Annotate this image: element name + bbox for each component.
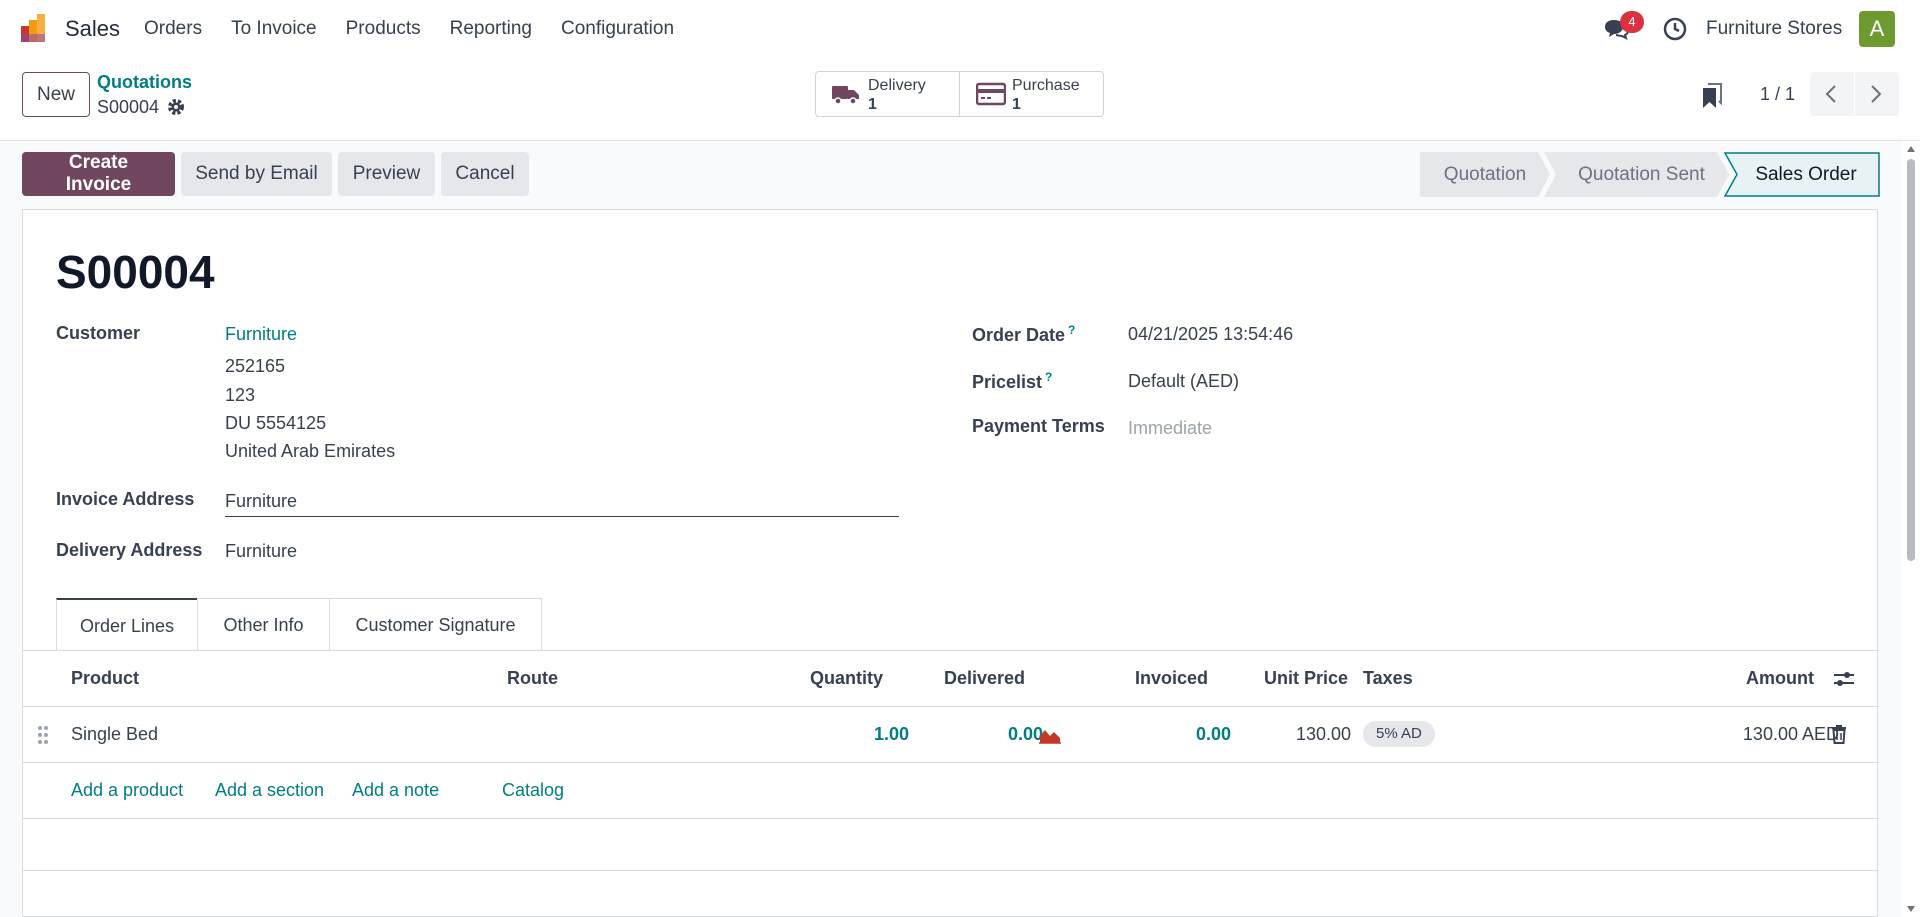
- invoice-address-field[interactable]: Furniture: [225, 491, 297, 512]
- customer-address-line: 252165: [225, 356, 286, 376]
- column-route[interactable]: Route: [507, 668, 558, 689]
- delivery-address-field[interactable]: Furniture: [225, 541, 297, 562]
- breadcrumb-current: S00004: [97, 97, 160, 117]
- help-tooltip-icon[interactable]: ?: [1045, 370, 1052, 384]
- purchase-label: Purchase: [1012, 77, 1080, 94]
- control-panel: New Quotations S00004 Delivery 1 Purchas…: [0, 58, 1920, 141]
- breadcrumb-quotations[interactable]: Quotations: [97, 72, 192, 93]
- column-product[interactable]: Product: [71, 668, 139, 689]
- top-navbar: Sales Orders To Invoice Products Reporti…: [0, 0, 1920, 58]
- stage-quotation-sent[interactable]: Quotation Sent: [1544, 152, 1729, 197]
- pricelist-label: Pricelist?: [972, 370, 1053, 392]
- invoice-address-label: Invoice Address: [56, 489, 195, 509]
- form-statusbar: Create Invoice Send by Email Preview Can…: [0, 141, 1920, 209]
- new-button[interactable]: New: [22, 72, 90, 117]
- app-name[interactable]: Sales: [65, 16, 120, 42]
- bookmark-icon[interactable]: [1701, 83, 1723, 109]
- column-taxes[interactable]: Taxes: [1363, 668, 1413, 689]
- column-delivered[interactable]: Delivered: [944, 668, 1025, 689]
- sales-app-icon[interactable]: [20, 12, 52, 44]
- pager-next-button[interactable]: [1855, 72, 1899, 116]
- order-date-label: Order Date?: [972, 323, 1076, 345]
- add-product-link[interactable]: Add a product: [71, 780, 183, 801]
- main-menu: Orders To Invoice Products Reporting Con…: [144, 18, 703, 40]
- drag-handle-icon[interactable]: [37, 725, 49, 745]
- scroll-down-icon[interactable]: [1906, 905, 1916, 913]
- tab-customer-signature[interactable]: Customer Signature: [329, 598, 542, 650]
- stage-quotation[interactable]: Quotation: [1420, 152, 1550, 197]
- purchase-count: 1: [1012, 96, 1021, 113]
- chevron-left-icon: [1825, 85, 1836, 103]
- customer-address-line: DU 5554125: [225, 413, 327, 433]
- pager-value[interactable]: 1 / 1: [1760, 84, 1795, 105]
- line-product[interactable]: Single Bed: [71, 724, 158, 745]
- trash-icon[interactable]: [1831, 725, 1847, 744]
- record-title: S00004: [56, 246, 215, 298]
- line-invoiced[interactable]: 0.00: [1171, 724, 1231, 745]
- delivery-count: 1: [868, 96, 877, 113]
- tab-other-info[interactable]: Other Info: [197, 598, 330, 650]
- clock-icon[interactable]: [1663, 17, 1687, 41]
- create-invoice-button[interactable]: Create Invoice: [22, 152, 175, 196]
- customer-label: Customer: [56, 323, 141, 343]
- chevron-right-icon: [1871, 85, 1882, 103]
- scrollbar[interactable]: [1902, 141, 1920, 917]
- line-amount: 130.00 AED: [1742, 724, 1839, 744]
- company-switcher[interactable]: Furniture Stores: [1706, 18, 1842, 40]
- credit-card-icon: [976, 82, 1006, 106]
- catalog-link[interactable]: Catalog: [502, 780, 564, 801]
- line-unit-price[interactable]: 130.00: [1263, 724, 1351, 745]
- line-delivered[interactable]: 0.00: [983, 724, 1043, 745]
- stage-sales-order[interactable]: Sales Order: [1734, 152, 1878, 197]
- payment-terms-label: Payment Terms: [972, 416, 1105, 436]
- forecast-chart-icon[interactable]: [1039, 726, 1061, 744]
- form-sheet: S00004 Customer Furniture 252165 123 DU …: [22, 209, 1879, 917]
- payment-terms-field[interactable]: Immediate: [1128, 418, 1212, 439]
- add-note-link[interactable]: Add a note: [352, 780, 439, 801]
- table-row[interactable]: Single Bed 1.00 0.00 0.00 130.00 5% AD 1…: [23, 707, 1879, 763]
- customer-link[interactable]: Furniture: [225, 324, 297, 345]
- menu-to-invoice[interactable]: To Invoice: [231, 18, 317, 40]
- gear-icon[interactable]: [167, 98, 185, 116]
- add-line-row: Add a product Add a section Add a note C…: [23, 763, 1879, 819]
- delivery-smart-button[interactable]: Delivery 1: [815, 71, 960, 117]
- customer-address-line: United Arab Emirates: [225, 441, 396, 461]
- truck-icon: [832, 86, 859, 105]
- column-unit-price[interactable]: Unit Price: [1264, 668, 1348, 689]
- line-quantity[interactable]: 1.00: [849, 724, 909, 745]
- tax-badge[interactable]: 5% AD: [1363, 721, 1435, 747]
- add-section-link[interactable]: Add a section: [215, 780, 324, 801]
- message-count-badge: 4: [1620, 11, 1644, 33]
- customer-address-line: 123: [225, 385, 256, 405]
- invoice-address-underline: [225, 516, 899, 517]
- order-date-field[interactable]: 04/21/2025 13:54:46: [1128, 324, 1293, 345]
- order-lines-header: Product Route Quantity Delivered Invoice…: [23, 651, 1879, 707]
- pricelist-field[interactable]: Default (AED): [1128, 371, 1239, 392]
- purchase-smart-button[interactable]: Purchase 1: [959, 71, 1104, 117]
- help-tooltip-icon[interactable]: ?: [1068, 323, 1075, 337]
- preview-button[interactable]: Preview: [338, 152, 435, 196]
- column-amount[interactable]: Amount: [1746, 668, 1814, 689]
- scroll-up-icon[interactable]: [1906, 145, 1916, 153]
- column-settings-icon[interactable]: [1833, 670, 1855, 688]
- menu-configuration[interactable]: Configuration: [561, 18, 674, 40]
- menu-orders[interactable]: Orders: [144, 18, 202, 40]
- cancel-button[interactable]: Cancel: [441, 152, 529, 196]
- empty-row: [23, 819, 1879, 871]
- delivery-address-label: Delivery Address: [56, 540, 203, 560]
- scrollbar-thumb[interactable]: [1907, 159, 1915, 561]
- tab-order-lines[interactable]: Order Lines: [56, 598, 198, 650]
- column-quantity[interactable]: Quantity: [810, 668, 883, 689]
- user-avatar[interactable]: A: [1859, 11, 1895, 47]
- column-invoiced[interactable]: Invoiced: [1135, 668, 1208, 689]
- pager-previous-button[interactable]: [1810, 72, 1854, 116]
- menu-products[interactable]: Products: [346, 18, 421, 40]
- send-by-email-button[interactable]: Send by Email: [181, 152, 332, 196]
- menu-reporting[interactable]: Reporting: [450, 18, 532, 40]
- delivery-label: Delivery: [868, 77, 926, 94]
